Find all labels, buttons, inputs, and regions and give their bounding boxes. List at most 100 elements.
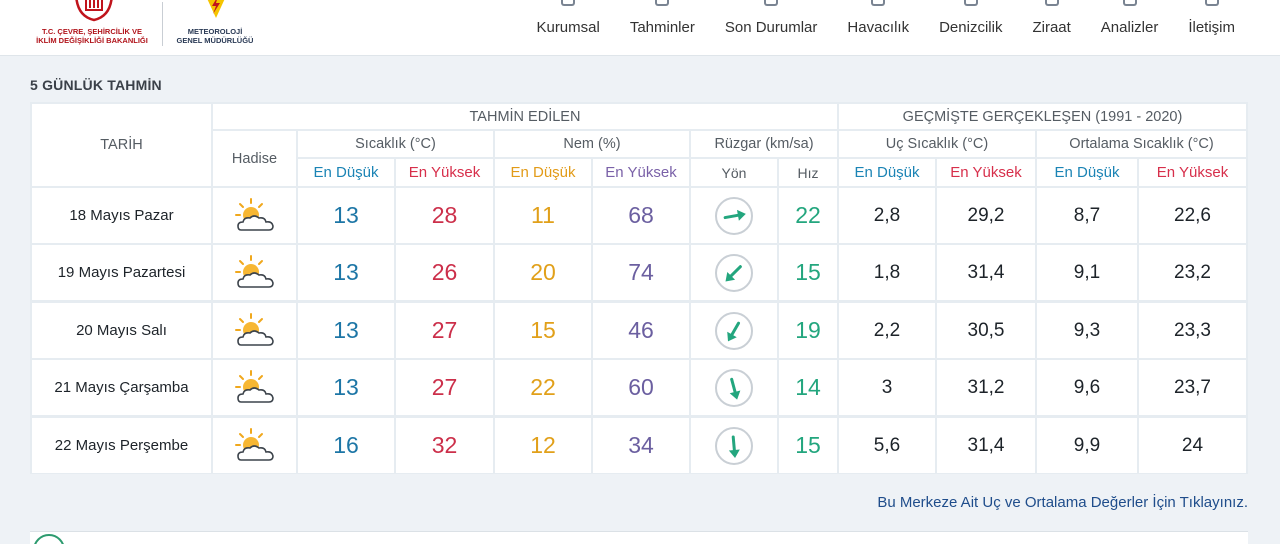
row-temp-high: 26	[396, 245, 493, 300]
row-temp-low: 13	[298, 245, 394, 300]
row-ext-high: 31,2	[937, 360, 1035, 415]
wind-direction-icon	[715, 426, 753, 465]
wind-direction-icon	[715, 196, 753, 235]
row-temp-low: 16	[298, 418, 394, 473]
row-temp-high: 27	[396, 360, 493, 415]
site-header: T.C. ÇEVRE, ŞEHİRCİLİK VE İKLİM DEĞİŞİKL…	[0, 0, 1280, 56]
row-avg-high: 23,7	[1139, 360, 1246, 415]
nav-analizler[interactable]: Analizler	[1086, 0, 1174, 56]
row-wind-speed: 19	[779, 303, 837, 358]
nav-ziraat-icon	[1044, 0, 1059, 6]
row-hum-low: 12	[495, 418, 591, 473]
wind-direction-icon	[715, 368, 753, 407]
row-ext-low: 1,8	[839, 245, 935, 300]
row-hum-low: 15	[495, 303, 591, 358]
sub-avg-high: En Yüksek	[1139, 159, 1246, 186]
row-wind-dir	[691, 245, 777, 300]
nav-son-durumlar-icon	[764, 0, 779, 6]
row-avg-high: 22,6	[1139, 188, 1246, 243]
row-wind-dir	[691, 188, 777, 243]
nav-analizler-icon	[1122, 0, 1137, 6]
row-ext-low: 3	[839, 360, 935, 415]
nav-label: İletişim	[1188, 19, 1235, 36]
row-hum-low: 11	[495, 188, 591, 243]
row-hum-high: 46	[593, 303, 689, 358]
nav-tahminler[interactable]: Tahminler	[615, 0, 710, 56]
mgm-logo[interactable]: METEOROLOJİ GENEL MÜDÜRLÜĞÜ	[170, 0, 260, 52]
row-avg-low: 9,3	[1037, 303, 1137, 358]
row-ext-high: 31,4	[937, 418, 1035, 473]
row-wind-dir	[691, 303, 777, 358]
row-avg-low: 9,1	[1037, 245, 1137, 300]
sub-ext-low: En Düşük	[839, 159, 935, 186]
row-avg-high: 24	[1139, 418, 1246, 473]
partly-cloudy-icon	[234, 254, 274, 288]
row-avg-low: 9,9	[1037, 418, 1137, 473]
nav-label: Tahminler	[629, 19, 695, 36]
mgm-name: METEOROLOJİ GENEL MÜDÜRLÜĞÜ	[170, 27, 260, 45]
nav-denizcilik[interactable]: Denizcilik	[924, 0, 1017, 56]
ministry-emblem-icon	[75, 0, 113, 22]
partly-cloudy-icon	[234, 427, 274, 461]
row-date: 20 Mayıs Salı	[32, 303, 211, 358]
ministry-name-line1: T.C. ÇEVRE, ŞEHİRCİLİK VE	[41, 27, 143, 36]
nav-label: Son Durumlar	[724, 19, 818, 36]
next-section-bar	[30, 531, 1248, 544]
row-hum-high: 34	[593, 418, 689, 473]
partly-cloudy-icon	[234, 312, 274, 346]
main-nav: Kurumsal Tahminler Son Durumlar Havacılı…	[521, 0, 1250, 56]
row-temp-low: 13	[298, 188, 394, 243]
col-nem: Nem (%)	[495, 131, 689, 157]
sub-hum-low: En Düşük	[495, 159, 591, 186]
nav-iletisim-icon	[1204, 0, 1219, 6]
row-hum-low: 20	[495, 245, 591, 300]
col-ruzgar: Rüzgar (km/sa)	[691, 131, 837, 157]
group-forecast: TAHMİN EDİLEN	[213, 104, 837, 129]
nav-kurumsal[interactable]: Kurumsal	[521, 0, 614, 56]
nav-tahminler-icon	[655, 0, 670, 6]
row-weather	[213, 418, 296, 473]
col-hadise: Hadise	[213, 131, 296, 186]
row-weather	[213, 360, 296, 415]
wind-direction-icon	[715, 253, 753, 292]
row-temp-high: 27	[396, 303, 493, 358]
nav-havacilik[interactable]: Havacılık	[832, 0, 924, 56]
row-date: 22 Mayıs Perşembe	[32, 418, 211, 473]
row-avg-low: 8,7	[1037, 188, 1137, 243]
nav-denizcilik-icon	[963, 0, 978, 6]
group-past: GEÇMİŞTE GERÇEKLEŞEN (1991 - 2020)	[839, 104, 1246, 129]
nav-ziraat[interactable]: Ziraat	[1017, 0, 1085, 56]
center-extremes-link[interactable]: Bu Merkeze Ait Uç ve Ortalama Değerler İ…	[877, 494, 1248, 511]
row-ext-high: 31,4	[937, 245, 1035, 300]
col-sicaklik: Sıcaklık (°C)	[298, 131, 493, 157]
row-date: 19 Mayıs Pazartesi	[32, 245, 211, 300]
row-date: 21 Mayıs Çarşamba	[32, 360, 211, 415]
sub-hiz: Hız	[779, 159, 837, 186]
sub-avg-low: En Düşük	[1037, 159, 1137, 186]
col-tarih: TARİH	[32, 104, 211, 186]
row-weather	[213, 303, 296, 358]
row-avg-high: 23,3	[1139, 303, 1246, 358]
nav-son-durumlar[interactable]: Son Durumlar	[710, 0, 833, 56]
nav-label: Kurumsal	[536, 19, 600, 36]
col-ortalama-sicaklik: Ortalama Sıcaklık (°C)	[1037, 131, 1246, 157]
row-hum-high: 60	[593, 360, 689, 415]
row-weather	[213, 245, 296, 300]
row-wind-speed: 14	[779, 360, 837, 415]
row-avg-high: 23,2	[1139, 245, 1246, 300]
ministry-name-line2: İKLİM DEĞİŞİKLİĞİ BAKANLIĞI	[36, 36, 148, 45]
nav-iletisim[interactable]: İletişim	[1173, 0, 1250, 56]
row-wind-speed: 22	[779, 188, 837, 243]
col-uc-sicaklik: Uç Sıcaklık (°C)	[839, 131, 1035, 157]
row-temp-high: 28	[396, 188, 493, 243]
nav-kurumsal-icon	[561, 0, 576, 6]
lightning-emblem-icon	[207, 0, 225, 18]
wind-direction-icon	[715, 311, 753, 350]
nav-label: Analizler	[1100, 19, 1159, 36]
ministry-logo[interactable]: T.C. ÇEVRE, ŞEHİRCİLİK VE İKLİM DEĞİŞİKL…	[30, 0, 154, 52]
partly-cloudy-icon	[234, 197, 274, 231]
sub-yon: Yön	[691, 159, 777, 186]
row-ext-high: 29,2	[937, 188, 1035, 243]
sub-hum-high: En Yüksek	[593, 159, 689, 186]
row-ext-low: 5,6	[839, 418, 935, 473]
